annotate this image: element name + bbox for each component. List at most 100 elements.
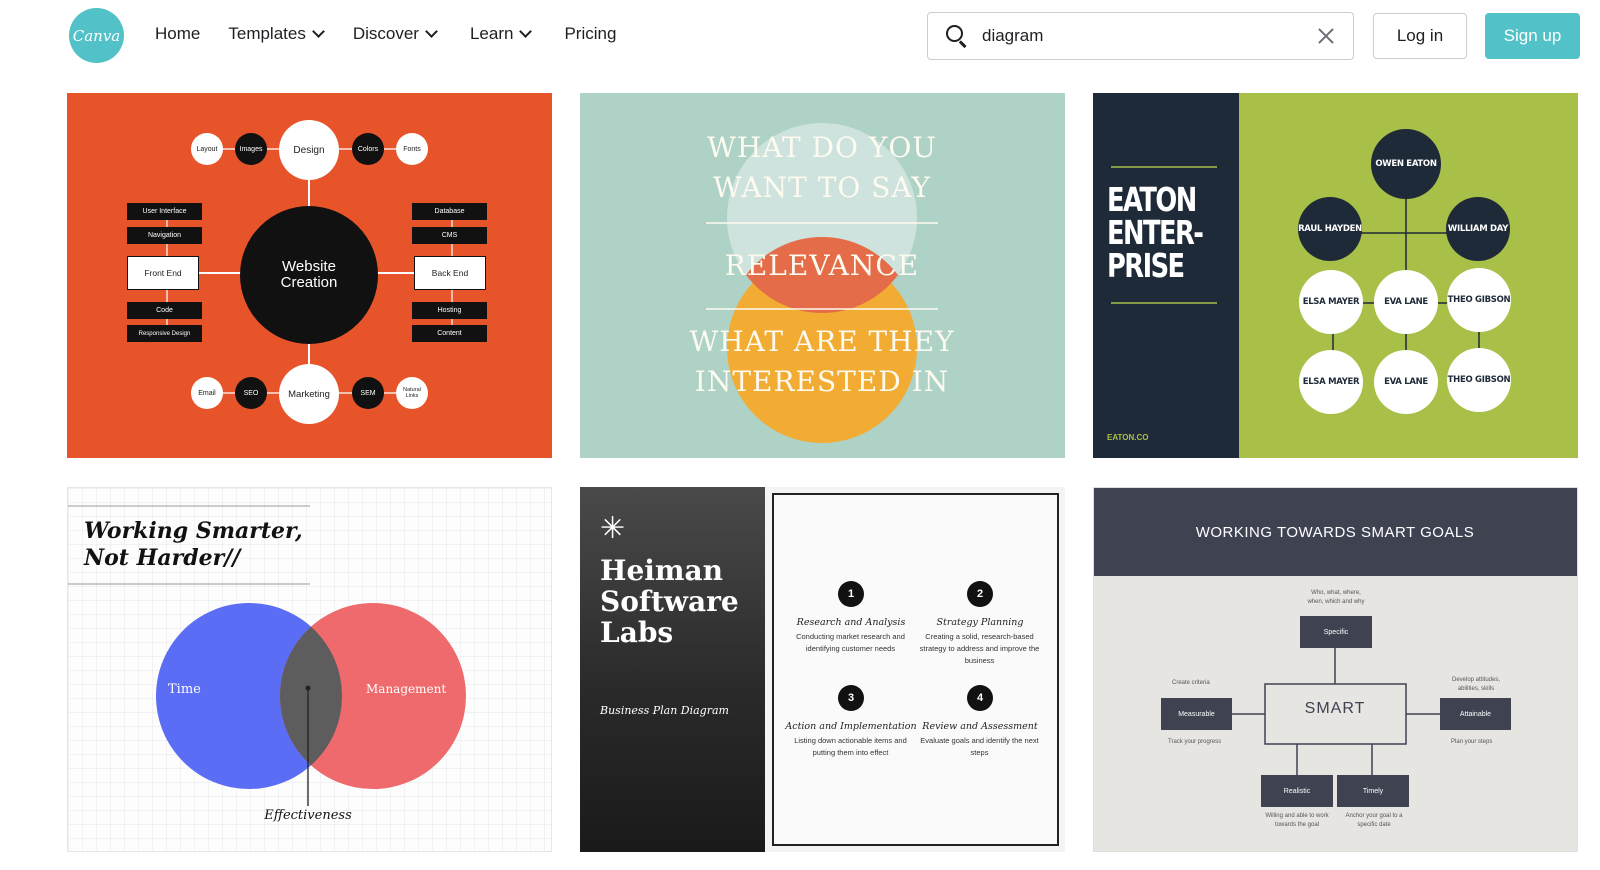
person-name: EVA LANE xyxy=(1384,377,1428,387)
nav-learn[interactable]: Learn xyxy=(469,24,533,44)
item-content: Content xyxy=(412,325,487,342)
eaton-title: EATON ENTER- PRISE xyxy=(1107,180,1204,285)
heiman-title-line: Labs xyxy=(600,616,674,649)
node-email: Email xyxy=(191,377,223,409)
main-nav: Home Templates Discover Learn Pricing xyxy=(155,24,616,44)
person-elsa-mayer: ELSA MAYER xyxy=(1299,270,1363,334)
login-button[interactable]: Log in xyxy=(1373,13,1467,59)
nav-home-label: Home xyxy=(155,24,201,43)
step-title: Strategy Planning xyxy=(936,617,1024,628)
eaton-title-line: PRISE xyxy=(1107,246,1185,285)
node-marketing: Marketing xyxy=(279,364,339,424)
heiman-subtitle: Business Plan Diagram xyxy=(600,704,729,717)
nav-templates[interactable]: Templates xyxy=(228,24,325,44)
box-realistic: Realistic xyxy=(1261,775,1333,807)
item-database: Database xyxy=(412,203,487,220)
heiman-title: Heiman Software Labs xyxy=(600,555,739,648)
step-title: Action and Implementation xyxy=(785,721,917,732)
eaton-title-line: ENTER- xyxy=(1107,213,1204,252)
item-code: Code xyxy=(127,302,202,319)
venn-label-management: Management xyxy=(366,682,447,696)
nav-discover-label: Discover xyxy=(352,24,419,43)
search-bar xyxy=(927,12,1354,60)
person-name: ELSA MAYER xyxy=(1302,377,1360,387)
note-specific: Who, what, where, when, which and why xyxy=(1307,590,1365,605)
person-elsa-mayer: ELSA MAYER xyxy=(1299,350,1363,414)
note-attainable-top: Develop attitudes, abilities, skills xyxy=(1451,677,1501,692)
step-desc: Evaluate goals and identify the next ste… xyxy=(920,736,1039,757)
note-timely: Anchor your goal to a specific date xyxy=(1345,813,1403,828)
step-title: Review and Assessment xyxy=(922,721,1038,732)
step-number: 2 xyxy=(967,581,993,607)
venn-title: Working Smarter, Not Harder// xyxy=(84,518,303,572)
nav-home[interactable]: Home xyxy=(155,24,200,44)
chevron-down-icon xyxy=(311,25,325,38)
line-want-to-say: WANT TO SAY xyxy=(713,171,931,204)
node-colors: Colors xyxy=(352,133,384,165)
step-desc: Creating a solid, research-based strateg… xyxy=(919,632,1040,665)
person-eva-lane: EVA LANE xyxy=(1374,350,1438,414)
item-responsive-design: Responsive Design xyxy=(127,325,202,342)
person-name: RAUL HAYDEN xyxy=(1298,224,1362,234)
note-measurable-bottom: Track your progress xyxy=(1168,739,1222,745)
chevron-down-icon xyxy=(519,25,533,38)
venn-label-effectiveness: Effectiveness xyxy=(264,808,352,823)
template-card-website-creation[interactable]: Layout Images Design Colors Fonts Websit… xyxy=(67,93,552,458)
venn-title-line: Not Harder// xyxy=(84,545,241,571)
person-name: OWEN EATON xyxy=(1375,159,1437,169)
box-specific: Specific xyxy=(1300,616,1372,648)
template-card-relevance[interactable]: WHAT DO YOU WANT TO SAY RELEVANCE WHAT A… xyxy=(580,93,1065,458)
canva-logo[interactable]: Canva xyxy=(69,8,124,63)
item-front-end: Front End xyxy=(127,256,199,290)
template-card-eaton-enterprise[interactable]: EATON ENTER- PRISE EATON.CO OWEN EATON R… xyxy=(1093,93,1578,458)
venn-title-line: Working Smarter, xyxy=(84,518,303,544)
search-input[interactable] xyxy=(982,26,1302,46)
center-node: Website Creation xyxy=(240,206,378,344)
venn-label-time: Time xyxy=(168,682,201,697)
eaton-footer: EATON.CO xyxy=(1107,433,1149,442)
item-navigation: Navigation xyxy=(127,227,202,244)
note-measurable-top: Create criteria xyxy=(1172,680,1210,686)
signup-button[interactable]: Sign up xyxy=(1485,13,1580,59)
item-back-end: Back End xyxy=(414,256,486,290)
box-timely: Timely xyxy=(1337,775,1409,807)
node-seo: SEO xyxy=(235,377,267,409)
node-natural-links: Natural Links xyxy=(396,377,428,409)
item-hosting: Hosting xyxy=(412,302,487,319)
line-what-do-you: WHAT DO YOU xyxy=(707,131,937,164)
note-realistic: Willing and able to work towards the goa… xyxy=(1265,813,1329,828)
template-card-smart-goals[interactable]: WORKING TOWARDS SMART GOALS SMART Specif… xyxy=(1093,487,1578,852)
node-images: Images xyxy=(235,133,267,165)
nav-templates-label: Templates xyxy=(228,24,306,43)
step-title: Research and Analysis xyxy=(796,617,906,628)
center-title: Website Creation xyxy=(280,258,338,291)
person-name: WILLIAM DAY xyxy=(1447,224,1509,234)
node-fonts: Fonts xyxy=(396,133,428,165)
box-attainable: Attainable xyxy=(1440,698,1511,730)
item-cms: CMS xyxy=(412,227,487,244)
nav-learn-label: Learn xyxy=(469,24,514,43)
nav-pricing[interactable]: Pricing xyxy=(564,24,616,44)
smart-connectors xyxy=(1232,648,1440,775)
top-navigation-bar: Canva Home Templates Discover Learn Pric… xyxy=(0,0,1600,74)
person-name: THEO GIBSON xyxy=(1447,375,1511,385)
chevron-down-icon xyxy=(425,25,438,38)
heiman-title-line: Software xyxy=(600,585,739,618)
nav-discover[interactable]: Discover xyxy=(352,24,438,44)
nav-pricing-label: Pricing xyxy=(564,24,617,43)
box-measurable: Measurable xyxy=(1161,698,1232,730)
search-icon xyxy=(946,25,968,48)
step-number: 1 xyxy=(838,581,864,607)
sparkle-icon: ✳ xyxy=(600,512,626,545)
person-theo-gibson: THEO GIBSON xyxy=(1447,348,1511,412)
heiman-title-line: Heiman xyxy=(600,554,724,587)
item-user-interface: User Interface xyxy=(127,203,202,220)
node-layout: Layout xyxy=(191,133,223,165)
person-william-day: WILLIAM DAY xyxy=(1446,197,1510,261)
clear-search-icon[interactable] xyxy=(1317,27,1335,45)
template-card-heiman-software-labs[interactable]: ✳ Heiman Software Labs Business Plan Dia… xyxy=(580,487,1065,852)
eaton-title-line: EATON xyxy=(1107,180,1197,219)
template-card-venn-diagram[interactable]: Working Smarter, Not Harder// Time Manag… xyxy=(67,487,552,852)
person-name: ELSA MAYER xyxy=(1302,297,1360,307)
line-what-are-they: WHAT ARE THEY xyxy=(689,325,955,358)
